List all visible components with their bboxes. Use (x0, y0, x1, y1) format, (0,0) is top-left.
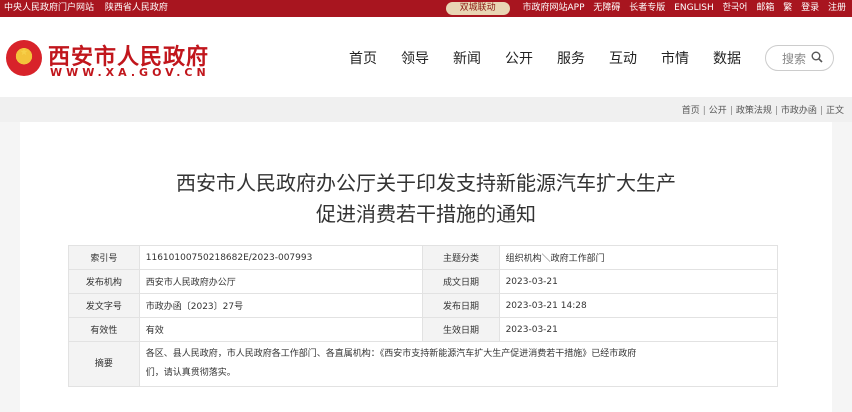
publisher-label: 发布机构 (68, 269, 140, 294)
search-icon[interactable] (811, 51, 823, 63)
article-title-line2: 促进消费若干措施的通知 (316, 202, 536, 226)
index-label: 索引号 (68, 245, 140, 270)
nav-item-services[interactable]: 服务 (557, 48, 585, 68)
validity-value: 有效 (138, 317, 424, 342)
breadcrumb-current: 正文 (825, 106, 844, 116)
summary-value: 各区、县人民政府，市人民政府各工作部门、各直属机构：《西安市支持新能源汽车扩大生… (138, 341, 779, 387)
nav-item-interaction[interactable]: 互动 (609, 48, 637, 68)
top-bar: 中央人民政府门户网站 陕西省人民政府 双城联动 市政府网站APP 无障碍 长者专… (0, 0, 852, 17)
link-register[interactable]: 注册 (828, 3, 846, 13)
search-placeholder: 搜索 (782, 52, 807, 66)
summary-line1: 各区、县人民政府，市人民政府各工作部门、各直属机构：《西安市支持新能源汽车扩大生… (145, 349, 637, 359)
nav-item-data[interactable]: 数据 (713, 48, 741, 68)
nav-item-news[interactable]: 新闻 (453, 48, 481, 68)
doc-number-value: 市政办函〔2023〕27号 (138, 293, 424, 318)
site-header: 西安市人民政府 WWW.XA.GOV.CN 首页 领导 新闻 公开 服务 互动 … (0, 17, 852, 97)
search-box[interactable]: 搜索 (765, 45, 834, 71)
link-accessibility[interactable]: 无障碍 (593, 3, 620, 13)
breadcrumb-separator: | (729, 106, 733, 116)
link-central-gov[interactable]: 中央人民政府门户网站 (4, 3, 94, 13)
doc-number-label: 发文字号 (68, 293, 140, 318)
link-shaanxi-gov[interactable]: 陕西省人民政府 (105, 3, 168, 13)
topic-value: 组织机构＼政府工作部门 (498, 245, 779, 270)
table-row: 有效性 有效 生效日期 2023-03-21 (68, 317, 779, 342)
breadcrumb-bar: 首页 | 公开 | 政策法规 | 市政办函 | 正文 (0, 97, 852, 122)
site-url: WWW.XA.GOV.CN (50, 66, 210, 79)
summary-line2: 们，请认真贯彻落实。 (145, 368, 236, 378)
link-traditional[interactable]: 繁 (783, 3, 792, 13)
link-elder-mode[interactable]: 长者专版 (629, 3, 665, 13)
link-app[interactable]: 市政府网站APP (523, 3, 585, 13)
nav-item-city-info[interactable]: 市情 (661, 48, 689, 68)
publisher-value: 西安市人民政府办公厅 (138, 269, 424, 294)
link-mail[interactable]: 邮箱 (756, 3, 774, 13)
validity-label: 有效性 (68, 317, 140, 342)
table-row: 发布机构 西安市人民政府办公厅 成文日期 2023-03-21 (68, 269, 779, 294)
topic-label: 主题分类 (422, 245, 500, 270)
table-row: 发文字号 市政办函〔2023〕27号 发布日期 2023-03-21 14:28 (68, 293, 779, 318)
nav-item-leaders[interactable]: 领导 (401, 48, 429, 68)
written-date-label: 成文日期 (422, 269, 500, 294)
breadcrumb: 首页 | 公开 | 政策法规 | 市政办函 | 正文 (682, 103, 844, 116)
effective-date-value: 2023-03-21 (498, 317, 779, 342)
breadcrumb-public[interactable]: 公开 (709, 106, 727, 116)
breadcrumb-separator: | (702, 106, 706, 116)
breadcrumb-home[interactable]: 首页 (682, 106, 700, 116)
effective-date-label: 生效日期 (422, 317, 500, 342)
table-row: 摘要 各区、县人民政府，市人民政府各工作部门、各直属机构：《西安市支持新能源汽车… (68, 341, 779, 387)
breadcrumb-separator: | (774, 106, 778, 116)
breadcrumb-policy[interactable]: 政策法规 (736, 106, 772, 116)
nav-item-home[interactable]: 首页 (349, 48, 377, 68)
dual-city-button[interactable]: 双城联动 (445, 2, 510, 15)
national-emblem-icon[interactable] (6, 40, 42, 76)
breadcrumb-separator: | (819, 106, 823, 116)
link-login[interactable]: 登录 (801, 3, 819, 13)
publish-date-label: 发布日期 (422, 293, 500, 318)
link-korean[interactable]: 한국어 (723, 3, 748, 13)
table-row: 索引号 11610100750218682E/2023-007993 主题分类 … (68, 245, 779, 270)
document-metadata-table: 索引号 11610100750218682E/2023-007993 主题分类 … (68, 245, 779, 387)
index-value: 11610100750218682E/2023-007993 (138, 245, 424, 270)
publish-date-value: 2023-03-21 14:28 (498, 293, 779, 318)
article-title-line1: 西安市人民政府办公厅关于印发支持新能源汽车扩大生产 (176, 171, 676, 195)
nav-item-public[interactable]: 公开 (505, 48, 533, 68)
breadcrumb-letters[interactable]: 市政办函 (781, 106, 817, 116)
link-english[interactable]: ENGLISH (674, 3, 714, 13)
summary-label: 摘要 (68, 341, 140, 387)
written-date-value: 2023-03-21 (498, 269, 779, 294)
